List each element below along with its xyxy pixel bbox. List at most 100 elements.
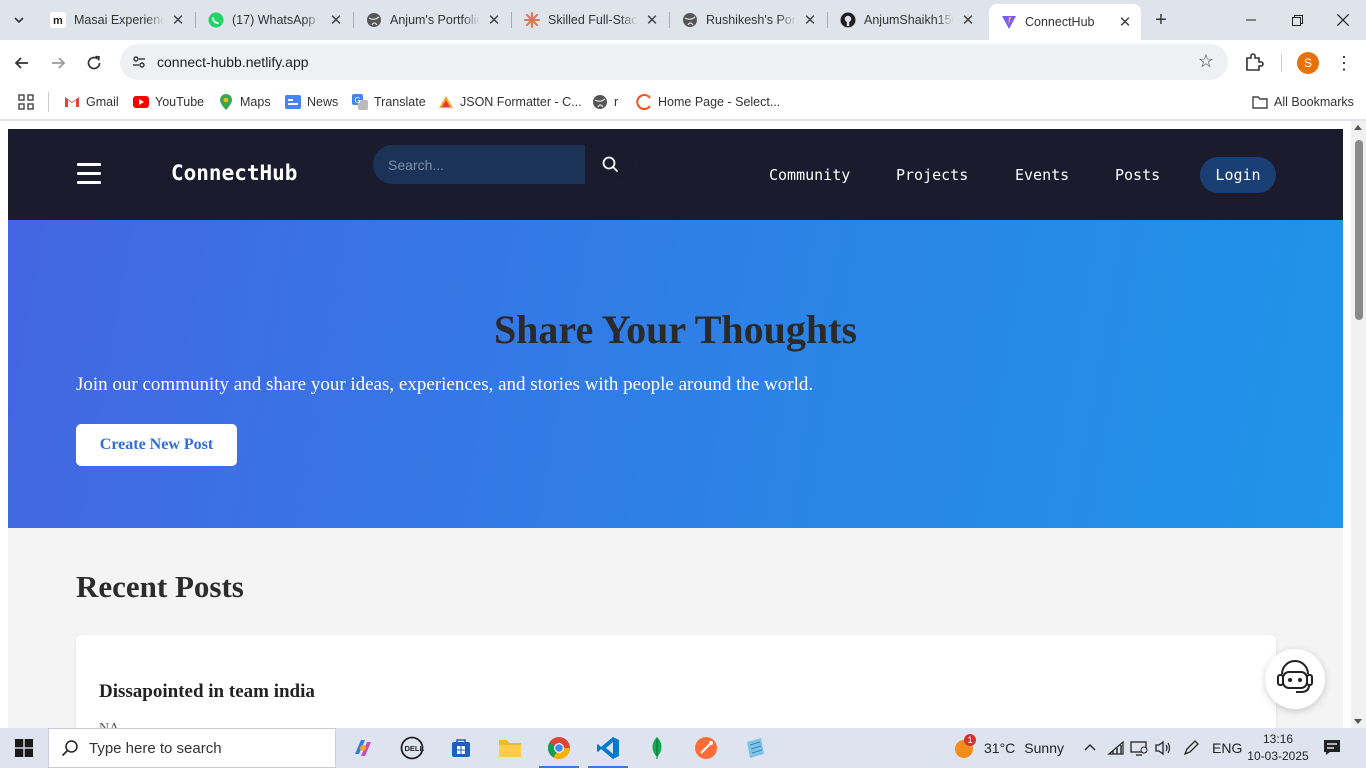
page-scrollbar[interactable] [1351, 121, 1366, 728]
close-icon [1337, 14, 1349, 26]
pen-menu[interactable] [1182, 728, 1200, 768]
input-language[interactable]: ENG [1212, 728, 1242, 768]
apps-button[interactable] [18, 91, 34, 113]
scroll-up-icon[interactable] [1354, 125, 1362, 130]
translate-icon: G [352, 94, 368, 110]
weather-widget[interactable]: 1 31°C Sunny [953, 728, 1064, 768]
bookmark-label: YouTube [155, 95, 205, 109]
restore-button[interactable] [1274, 0, 1320, 40]
site-settings-icon[interactable] [130, 53, 148, 71]
pen-icon [1183, 740, 1199, 756]
bookmark-translate[interactable]: G Translate [352, 91, 426, 113]
search-input[interactable] [373, 145, 585, 184]
taskbar-clock[interactable]: 13:16 10-03-2025 [1247, 731, 1309, 765]
taskbar-copilot[interactable] [339, 728, 387, 768]
forward-button[interactable] [44, 49, 72, 77]
globe-icon [592, 94, 608, 110]
profile-avatar[interactable]: S [1297, 52, 1319, 74]
hamburger-menu-icon[interactable] [77, 163, 101, 187]
recent-posts-heading: Recent Posts [76, 569, 244, 604]
start-button[interactable] [0, 728, 48, 768]
scroll-down-icon[interactable] [1354, 719, 1362, 724]
taskbar-postman[interactable] [682, 728, 730, 768]
taskbar-store[interactable] [437, 728, 485, 768]
bookmark-label: Home Page - Select... [658, 95, 781, 109]
globe-icon [366, 12, 382, 28]
minimize-icon [1246, 19, 1256, 21]
bookmark-star-icon[interactable]: ☆ [1198, 51, 1214, 72]
bookmarks-bar: Gmail YouTube Maps News G Translate JSON… [0, 85, 1366, 120]
menu-icon[interactable]: ⋮ [1335, 52, 1353, 74]
close-icon[interactable]: ✕ [486, 12, 502, 29]
bookmark-gmail[interactable]: Gmail [64, 91, 119, 113]
notification-center[interactable] [1322, 737, 1344, 759]
close-window-button[interactable] [1320, 0, 1366, 40]
bookmark-youtube[interactable]: YouTube [133, 91, 204, 113]
youtube-icon [133, 94, 149, 110]
taskbar-mongodb[interactable] [633, 728, 681, 768]
clock-date: 10-03-2025 [1247, 749, 1309, 763]
tab-whatsapp[interactable]: (17) WhatsApp ✕ [196, 6, 352, 34]
taskbar-notepad[interactable] [731, 728, 779, 768]
close-icon[interactable]: ✕ [960, 12, 976, 29]
search-icon [61, 740, 78, 757]
tab-skilled-fullstack[interactable]: Skilled Full-Stack ✕ [512, 6, 668, 34]
site-search [373, 145, 636, 184]
mongodb-leaf-icon [652, 737, 662, 759]
clock-time: 13:16 [1262, 732, 1294, 746]
taskbar-search[interactable]: Type here to search [48, 728, 336, 768]
bookmark-maps[interactable]: Maps [218, 91, 271, 113]
network-status[interactable] [1107, 728, 1125, 768]
bookmark-json-formatter[interactable]: JSON Formatter - C... [438, 91, 582, 113]
search-button[interactable] [585, 145, 636, 184]
show-hidden-icons[interactable] [1083, 728, 1097, 768]
create-post-button[interactable]: Create New Post [76, 424, 237, 466]
bookmark-r[interactable]: r [592, 91, 618, 113]
tab-masai[interactable]: m Masai Experience ✕ [38, 6, 194, 34]
close-icon[interactable]: ✕ [802, 12, 818, 29]
tab-connecthub[interactable]: ConnectHub ✕ [989, 4, 1141, 40]
device-status[interactable] [1130, 728, 1148, 768]
taskbar-chrome[interactable] [535, 728, 583, 768]
volume-control[interactable] [1154, 728, 1172, 768]
bookmark-home-page[interactable]: Home Page - Select... [636, 91, 780, 113]
minimize-button[interactable] [1228, 0, 1274, 40]
nav-projects[interactable]: Projects [896, 166, 968, 184]
taskbar-vscode[interactable] [584, 728, 632, 768]
weather-badge: 1 [964, 734, 976, 746]
post-card[interactable]: Dissapointed in team india NA [76, 635, 1276, 728]
taskbar-dell[interactable]: DELL [388, 728, 436, 768]
bookmark-label: Gmail [86, 95, 119, 109]
tab-rushikesh-portfolio[interactable]: Rushikesh's Portfolio ✕ [670, 6, 826, 34]
tab-github[interactable]: AnjumShaikh150 ✕ [828, 6, 984, 34]
bookmark-label: News [307, 95, 339, 109]
nav-posts[interactable]: Posts [1115, 166, 1160, 184]
reload-button[interactable] [80, 49, 108, 77]
taskbar-file-explorer[interactable] [486, 728, 534, 768]
close-icon[interactable]: ✕ [644, 12, 660, 29]
tab-title: Rushikesh's Portfolio [706, 13, 796, 27]
tab-anjum-portfolio[interactable]: Anjum's Portfolio ✕ [354, 6, 510, 34]
site-logo[interactable]: ConnectHub [171, 161, 297, 185]
new-tab-button[interactable]: + [1150, 9, 1172, 31]
news-icon [285, 94, 301, 110]
hero-subtitle: Join our community and share your ideas,… [76, 374, 814, 395]
close-icon[interactable]: ✕ [170, 12, 186, 29]
bookmark-news[interactable]: News [285, 91, 338, 113]
extensions-icon[interactable] [1243, 51, 1265, 73]
tab-search-button[interactable] [6, 7, 32, 33]
nav-community[interactable]: Community [769, 166, 850, 184]
tab-title: AnjumShaikh150 [864, 13, 954, 27]
gmail-icon [64, 94, 80, 110]
address-bar[interactable]: connect-hubb.netlify.app ☆ [120, 44, 1228, 80]
notification-icon [1324, 740, 1340, 755]
scrollbar-thumb[interactable] [1355, 140, 1363, 320]
reload-icon [87, 55, 101, 70]
login-button[interactable]: Login [1200, 157, 1276, 193]
back-button[interactable] [8, 49, 36, 77]
nav-events[interactable]: Events [1015, 166, 1069, 184]
close-icon[interactable]: ✕ [1117, 14, 1133, 31]
close-icon[interactable]: ✕ [328, 12, 344, 29]
all-bookmarks-button[interactable]: All Bookmarks [1252, 91, 1354, 113]
chatbot-button[interactable] [1265, 649, 1325, 709]
